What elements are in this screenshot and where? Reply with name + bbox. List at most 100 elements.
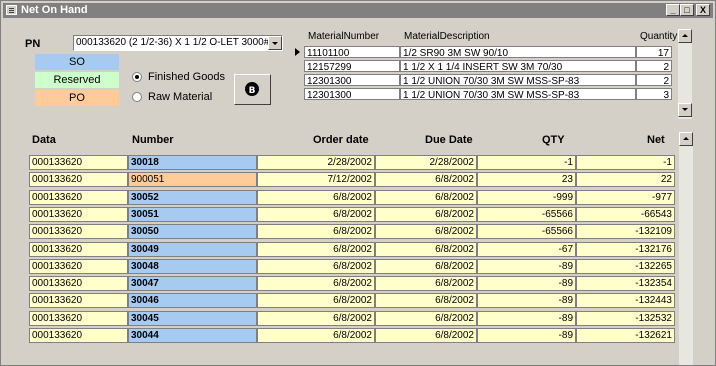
scroll-down-icon[interactable] xyxy=(678,103,692,117)
qty-cell[interactable]: -89 xyxy=(477,276,576,292)
material-description-cell[interactable]: 1 1/2 X 1 1/4 INSERT SW 3M 70/30 xyxy=(400,60,636,72)
due-date-cell[interactable]: 6/8/2002 xyxy=(375,258,477,274)
material-number-cell[interactable]: 12301300 xyxy=(304,74,400,86)
order-date-cell[interactable]: 6/8/2002 xyxy=(257,241,375,257)
due-date-cell[interactable]: 6/8/2002 xyxy=(375,310,477,326)
number-cell[interactable]: 30046 xyxy=(128,293,257,309)
material-description-cell[interactable]: 1 1/2 UNION 70/30 3M SW MSS-SP-83 xyxy=(400,74,636,86)
due-date-cell[interactable]: 6/8/2002 xyxy=(375,172,477,188)
due-date-cell[interactable]: 6/8/2002 xyxy=(375,276,477,292)
material-row[interactable]: 12301300 1 1/2 UNION 70/30 3M SW MSS-SP-8… xyxy=(304,74,672,87)
data-cell[interactable]: 000133620 xyxy=(29,189,128,205)
due-date-cell[interactable]: 6/8/2002 xyxy=(375,293,477,309)
number-cell[interactable]: 30049 xyxy=(128,241,257,257)
due-date-cell[interactable]: 2/28/2002 xyxy=(375,155,477,170)
order-date-cell[interactable]: 6/8/2002 xyxy=(257,206,375,222)
net-cell[interactable]: -132443 xyxy=(576,293,675,309)
net-cell[interactable]: -132176 xyxy=(576,241,675,257)
material-description-cell[interactable]: 1/2 SR90 3M SW 90/10 xyxy=(400,46,636,58)
material-quantity-cell[interactable]: 17 xyxy=(636,46,672,58)
due-date-cell[interactable]: 6/8/2002 xyxy=(375,241,477,257)
order-date-cell[interactable]: 6/8/2002 xyxy=(257,258,375,274)
net-cell[interactable]: -132621 xyxy=(576,328,675,343)
run-button[interactable]: B xyxy=(234,74,271,105)
data-cell[interactable]: 000133620 xyxy=(29,293,128,309)
title-bar[interactable]: Net On Hand _ □ X xyxy=(3,3,713,18)
qty-cell[interactable]: -89 xyxy=(477,258,576,274)
detail-row[interactable]: 000133620 30049 6/8/2002 6/8/2002 -67 -132176 xyxy=(29,241,675,258)
due-date-cell[interactable]: 6/8/2002 xyxy=(375,189,477,205)
close-button[interactable]: X xyxy=(696,4,710,16)
qty-cell[interactable]: -89 xyxy=(477,310,576,326)
data-cell[interactable]: 000133620 xyxy=(29,241,128,257)
radio-finished-goods[interactable] xyxy=(132,72,142,82)
minimize-button[interactable]: _ xyxy=(666,4,680,16)
material-description-cell[interactable]: 1 1/2 UNION 70/30 3M SW MSS-SP-83 xyxy=(400,88,636,100)
qty-cell[interactable]: 23 xyxy=(477,172,576,188)
number-cell[interactable]: 30047 xyxy=(128,276,257,292)
material-row[interactable]: 11101100 1/2 SR90 3M SW 90/10 17 xyxy=(304,46,672,59)
material-quantity-cell[interactable]: 3 xyxy=(636,88,672,100)
net-cell[interactable]: 22 xyxy=(576,172,675,188)
net-cell[interactable]: -132354 xyxy=(576,276,675,292)
material-number-cell[interactable]: 12301300 xyxy=(304,88,400,100)
detail-scrollbar[interactable] xyxy=(679,132,693,365)
net-cell[interactable]: -1 xyxy=(576,155,675,170)
detail-row[interactable]: 000133620 30046 6/8/2002 6/8/2002 -89 -132443 xyxy=(29,292,675,309)
detail-row[interactable]: 000133620 900051 7/12/2002 6/8/2002 23 22 xyxy=(29,171,675,188)
data-cell[interactable]: 000133620 xyxy=(29,276,128,292)
order-date-cell[interactable]: 6/8/2002 xyxy=(257,310,375,326)
number-cell[interactable]: 30048 xyxy=(128,258,257,274)
number-cell[interactable]: 30051 xyxy=(128,206,257,222)
qty-cell[interactable]: -67 xyxy=(477,241,576,257)
chevron-down-icon[interactable] xyxy=(268,36,282,50)
net-cell[interactable]: -132532 xyxy=(576,310,675,326)
detail-row[interactable]: 000133620 30052 6/8/2002 6/8/2002 -999 -977 xyxy=(29,189,675,206)
material-row[interactable]: 12301300 1 1/2 UNION 70/30 3M SW MSS-SP-8… xyxy=(304,88,672,101)
detail-row[interactable]: 000133620 30051 6/8/2002 6/8/2002 -65566 -665… xyxy=(29,206,675,223)
qty-cell[interactable]: -65566 xyxy=(477,224,576,240)
pn-combo[interactable]: 000133620 (2 1/2-36) X 1 1/2 O-LET 3000# xyxy=(73,35,283,51)
detail-row[interactable]: 000133620 30047 6/8/2002 6/8/2002 -89 -132354 xyxy=(29,275,675,292)
net-cell[interactable]: -977 xyxy=(576,189,675,205)
qty-cell[interactable]: -999 xyxy=(477,189,576,205)
order-date-cell[interactable]: 6/8/2002 xyxy=(257,276,375,292)
material-quantity-cell[interactable]: 2 xyxy=(636,60,672,72)
order-date-cell[interactable]: 6/8/2002 xyxy=(257,328,375,343)
order-date-cell[interactable]: 6/8/2002 xyxy=(257,293,375,309)
order-date-cell[interactable]: 2/28/2002 xyxy=(257,155,375,170)
scroll-up-icon[interactable] xyxy=(678,29,692,43)
material-quantity-cell[interactable]: 2 xyxy=(636,74,672,86)
scroll-up-icon[interactable] xyxy=(679,132,693,146)
number-cell[interactable]: 30045 xyxy=(128,310,257,326)
data-cell[interactable]: 000133620 xyxy=(29,155,128,170)
detail-row[interactable]: 000133620 30018 2/28/2002 2/28/2002 -1 -1 xyxy=(29,154,675,171)
maximize-button[interactable]: □ xyxy=(680,4,694,16)
order-date-cell[interactable]: 7/12/2002 xyxy=(257,172,375,188)
qty-cell[interactable]: -89 xyxy=(477,328,576,343)
due-date-cell[interactable]: 6/8/2002 xyxy=(375,328,477,343)
data-cell[interactable]: 000133620 xyxy=(29,172,128,188)
order-date-cell[interactable]: 6/8/2002 xyxy=(257,224,375,240)
net-cell[interactable]: -66543 xyxy=(576,206,675,222)
number-cell[interactable]: 30050 xyxy=(128,224,257,240)
order-date-cell[interactable]: 6/8/2002 xyxy=(257,189,375,205)
number-cell[interactable]: 900051 xyxy=(128,172,257,188)
material-row[interactable]: 12157299 1 1/2 X 1 1/4 INSERT SW 3M 70/30… xyxy=(304,60,672,73)
material-number-cell[interactable]: 11101100 xyxy=(304,46,400,58)
data-cell[interactable]: 000133620 xyxy=(29,310,128,326)
due-date-cell[interactable]: 6/8/2002 xyxy=(375,206,477,222)
net-cell[interactable]: -132265 xyxy=(576,258,675,274)
qty-cell[interactable]: -65566 xyxy=(477,206,576,222)
materials-scrollbar[interactable] xyxy=(678,29,692,119)
qty-cell[interactable]: -1 xyxy=(477,155,576,170)
due-date-cell[interactable]: 6/8/2002 xyxy=(375,224,477,240)
data-cell[interactable]: 000133620 xyxy=(29,258,128,274)
data-cell[interactable]: 000133620 xyxy=(29,224,128,240)
number-cell[interactable]: 30052 xyxy=(128,189,257,205)
detail-row[interactable]: 000133620 30045 6/8/2002 6/8/2002 -89 -132532 xyxy=(29,310,675,327)
number-cell[interactable]: 30018 xyxy=(128,155,257,170)
detail-row[interactable]: 000133620 30050 6/8/2002 6/8/2002 -65566 -132… xyxy=(29,223,675,240)
qty-cell[interactable]: -89 xyxy=(477,293,576,309)
material-number-cell[interactable]: 12157299 xyxy=(304,60,400,72)
